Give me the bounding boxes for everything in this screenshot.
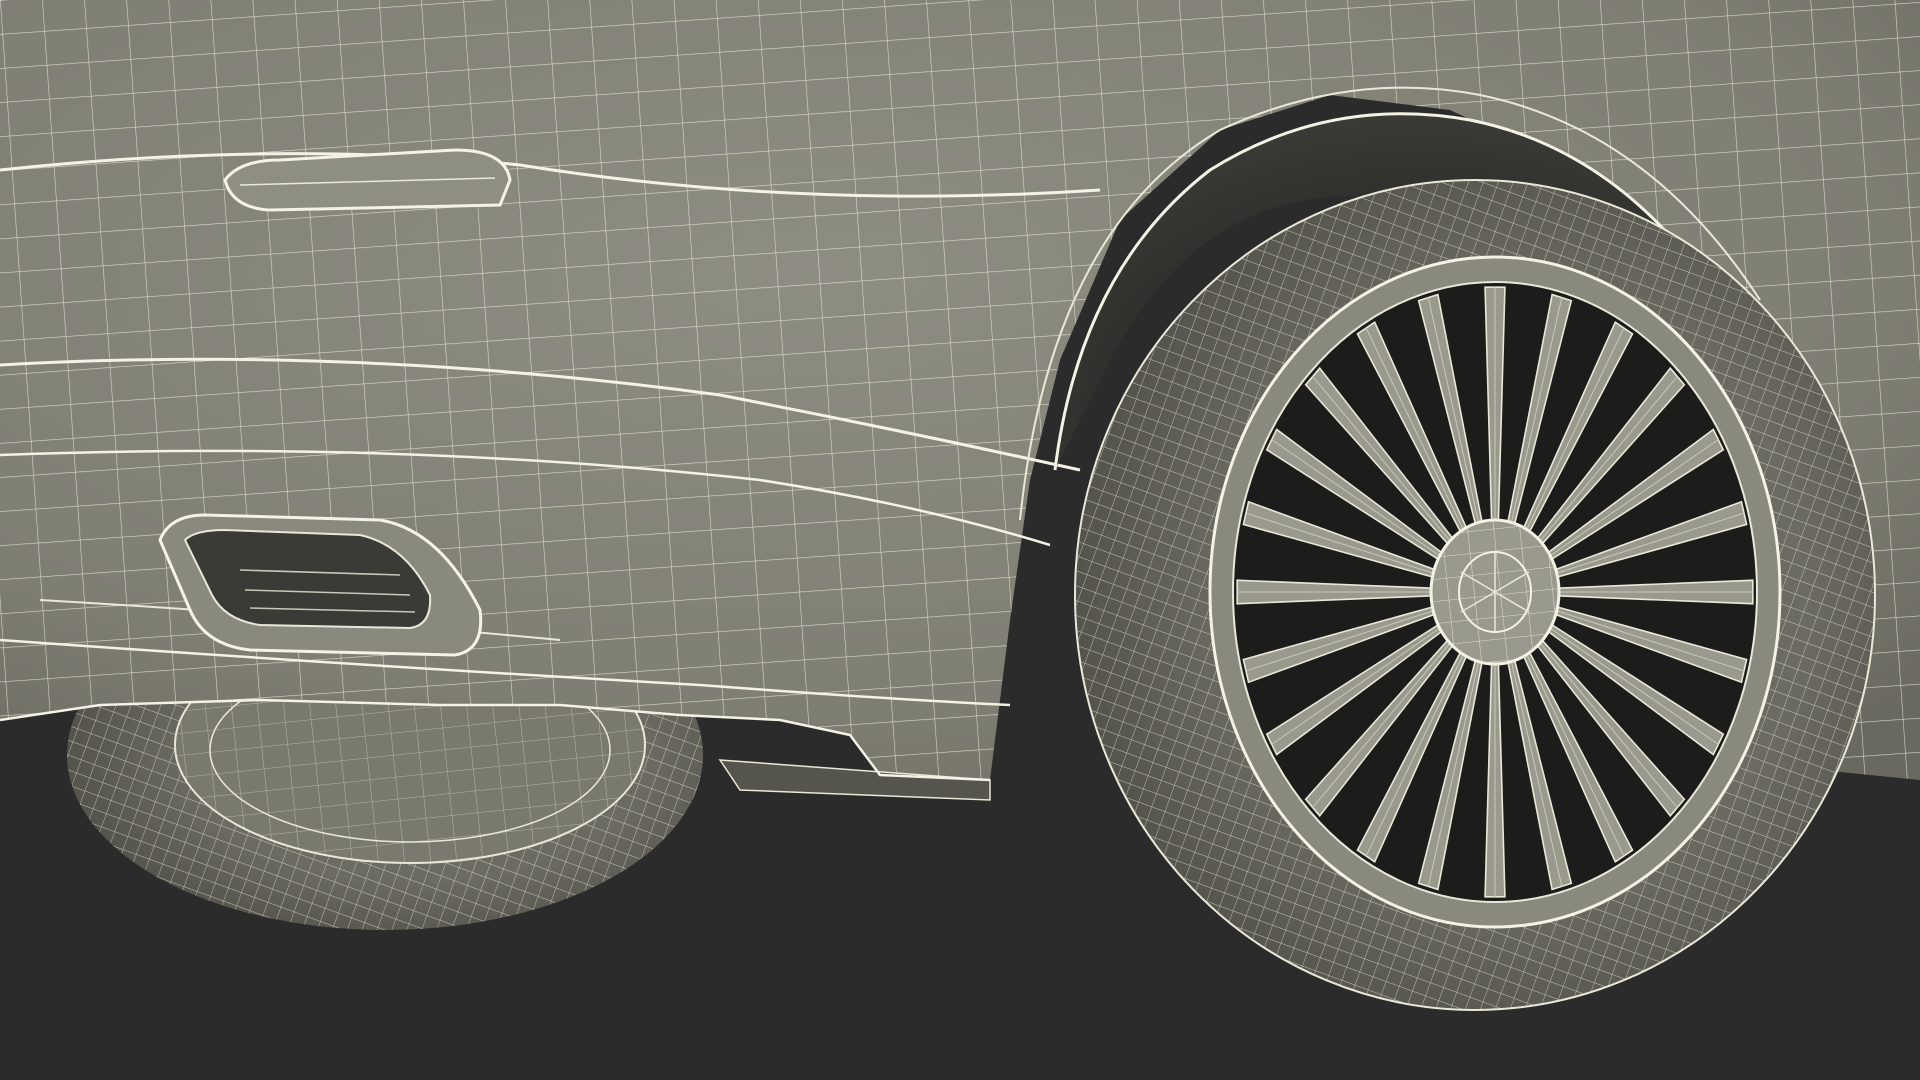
wireframe-render xyxy=(0,0,1920,1080)
viewport-3d-render xyxy=(0,0,1920,1080)
rear-wheel-near xyxy=(1074,179,1876,1011)
